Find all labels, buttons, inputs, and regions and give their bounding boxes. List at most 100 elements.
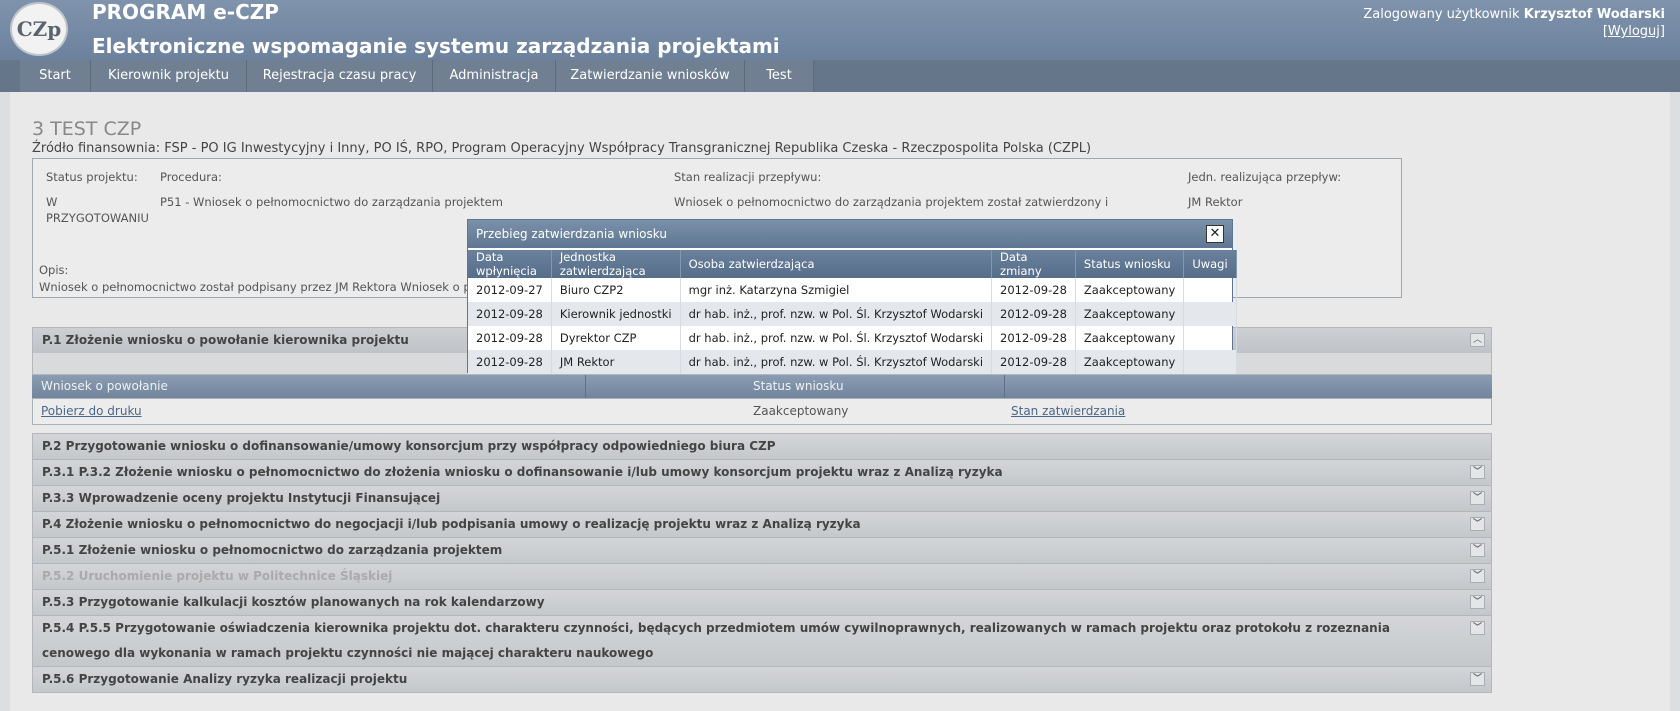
chevron-down-icon[interactable]: ﹀ (1470, 517, 1485, 531)
download-print-link[interactable]: Pobierz do druku (41, 404, 142, 418)
cell-change-date: 2012-09-28 (991, 278, 1076, 302)
accordion-p51[interactable]: P.5.1 Złożenie wniosku o pełnomocnictwo … (32, 538, 1492, 564)
cell-change-date: 2012-09-28 (991, 326, 1076, 350)
chevron-down-icon[interactable]: ﹀ (1470, 595, 1485, 609)
chevron-up-icon[interactable]: ︿ (1470, 333, 1485, 347)
cell-person: dr hab. inż., prof. nzw. w Pol. Śl. Krzy… (680, 326, 993, 350)
app-title: PROGRAM e-CZP (92, 0, 279, 24)
accordion-label: P.5.2 Uruchomienie projektu w Politechni… (42, 569, 393, 583)
table-row: 2012-09-28 JM Rektor dr hab. inż., prof.… (468, 350, 1237, 374)
cell-status: Zaakceptowany (1075, 302, 1185, 326)
cell-status: Zaakceptowany (1075, 326, 1185, 350)
chevron-down-icon[interactable]: ﹀ (1470, 543, 1485, 557)
p1-request-table: Wniosek o powołanie Status wniosku Pobie… (32, 375, 1492, 431)
chevron-down-icon[interactable]: ﹀ (1470, 465, 1485, 479)
cell-person: dr hab. inż., prof. nzw. w Pol. Śl. Krzy… (680, 302, 993, 326)
accordion-p53[interactable]: P.5.3 Przygotowanie kalkulacji kosztów p… (32, 590, 1492, 616)
accordion-p52: P.5.2 Uruchomienie projektu w Politechni… (32, 564, 1492, 590)
cell-person: dr hab. inż., prof. nzw. w Pol. Śl. Krzy… (680, 350, 993, 374)
approval-history-dialog: Przebieg zatwierdzania wniosku ✕ Data wp… (467, 219, 1237, 374)
col-approving-person: Osoba zatwierdzająca (680, 250, 993, 278)
accordion-label: P.5.4 P.5.5 Przygotowanie oświadczenia k… (42, 621, 1390, 660)
accordion-label: P.2 Przygotowanie wniosku o dofinansowan… (42, 439, 776, 453)
logo-text: CZp (16, 17, 62, 41)
close-icon[interactable]: ✕ (1206, 225, 1224, 243)
czp-logo: CZp (10, 2, 68, 56)
accordion-label: P.4 Złożenie wniosku o pełnomocnictwo do… (42, 517, 861, 531)
nav-item-administracja[interactable]: Administracja (433, 60, 556, 92)
chevron-down-icon[interactable]: ﹀ (1470, 491, 1485, 505)
accordion-p56[interactable]: P.5.6 Przygotowanie Analizy ryzyka reali… (32, 667, 1492, 693)
chevron-down-icon[interactable]: ﹀ (1470, 672, 1485, 686)
cell-date-received: 2012-09-27 (468, 278, 552, 302)
nav-item-test[interactable]: Test (745, 60, 814, 92)
nav-item-zatwierdzanie[interactable]: Zatwierdzanie wniosków (556, 60, 745, 92)
chevron-down-icon[interactable]: ﹀ (1470, 621, 1485, 635)
table-row: 2012-09-28 Kierownik jednostki dr hab. i… (468, 302, 1237, 326)
nav-item-rejestracja[interactable]: Rejestracja czasu pracy (247, 60, 433, 92)
cell-status: Zaakceptowany (1075, 350, 1185, 374)
p1-table-header: Wniosek o powołanie Status wniosku (32, 375, 1492, 398)
accordion-list: P.2 Przygotowanie wniosku o dofinansowan… (32, 433, 1492, 693)
logout-link[interactable]: Wyloguj (1608, 24, 1660, 39)
cell-notes (1183, 350, 1237, 374)
desc-label: Opis: (39, 263, 69, 277)
cell-date-received: 2012-09-28 (468, 326, 552, 350)
accordion-p33[interactable]: P.3.3 Wprowadzenie oceny projektu Instyt… (32, 486, 1492, 512)
table-row: 2012-09-27 Biuro CZP2 mgr inż. Katarzyna… (468, 278, 1237, 302)
status-label: Status projektu: (46, 170, 138, 184)
col-notes: Uwagi (1183, 250, 1237, 278)
accordion-p4[interactable]: P.4 Złożenie wniosku o pełnomocnictwo do… (32, 512, 1492, 538)
nav-item-start[interactable]: Start (20, 60, 91, 92)
approval-status-link[interactable]: Stan zatwierdzania (1011, 404, 1125, 418)
procedure-value: P51 - Wniosek o pełnomocnictwo do zarząd… (160, 195, 503, 209)
accordion-label: P.5.1 Złożenie wniosku o pełnomocnictwo … (42, 543, 503, 557)
unit-value: JM Rektor (1188, 195, 1243, 209)
chevron-down-icon: ﹀ (1470, 569, 1485, 583)
app-header: CZp PROGRAM e-CZP Elektroniczne wspomaga… (0, 0, 1680, 60)
col-change-date: Data zmiany (991, 250, 1076, 278)
dialog-title: Przebieg zatwierdzania wniosku (476, 227, 667, 241)
flow-label: Stan realizacji przepływu: (674, 170, 822, 184)
accordion-label: P.3.3 Wprowadzenie oceny projektu Instyt… (42, 491, 441, 505)
cell-unit: JM Rektor (551, 350, 681, 374)
cell-unit: Kierownik jednostki (551, 302, 681, 326)
procedure-label: Procedura: (160, 170, 222, 184)
content-area: 3 TEST CZP Źródło finansownia: FSP - PO … (10, 92, 1670, 711)
cell-date-received: 2012-09-28 (468, 350, 552, 374)
user-name: Krzysztof Wodarski (1523, 7, 1665, 22)
desc-value: Wniosek o pełnomocnictwo został podpisan… (39, 280, 496, 294)
cell-unit: Dyrektor CZP (551, 326, 681, 350)
accordion-label: P.5.6 Przygotowanie Analizy ryzyka reali… (42, 672, 408, 686)
col-request-status: Status wniosku (1075, 250, 1185, 278)
accordion-p31[interactable]: P.3.1 P.3.2 Złożenie wniosku o pełnomocn… (32, 460, 1492, 486)
funding-source: Źródło finansownia: FSP - PO IG Inwestyc… (32, 141, 1092, 156)
col-status: Status wniosku (753, 379, 844, 393)
user-label: Zalogowany użytkownik (1363, 7, 1520, 22)
cell-change-date: 2012-09-28 (991, 302, 1076, 326)
accordion-p54[interactable]: P.5.4 P.5.5 Przygotowanie oświadczenia k… (32, 616, 1492, 667)
main-nav: Start Kierownik projektu Rejestracja cza… (0, 60, 1680, 92)
accordion-label: P.3.1 P.3.2 Złożenie wniosku o pełnomocn… (42, 465, 1003, 479)
accordion-p2[interactable]: P.2 Przygotowanie wniosku o dofinansowan… (32, 433, 1492, 460)
app-subtitle: Elektroniczne wspomaganie systemu zarząd… (92, 34, 780, 58)
dialog-titlebar[interactable]: Przebieg zatwierdzania wniosku ✕ (468, 220, 1232, 248)
col-approving-unit: Jednostka zatwierdzająca (551, 250, 681, 278)
cell-date-received: 2012-09-28 (468, 302, 552, 326)
status-value: W PRZYGOTOWANIU (46, 195, 149, 225)
cell-notes (1183, 302, 1237, 326)
cell-notes (1183, 278, 1237, 302)
table-header-row: Data wpłynięcia Jednostka zatwierdzająca… (468, 250, 1237, 278)
accordion-label: P.5.3 Przygotowanie kalkulacji kosztów p… (42, 595, 545, 609)
table-row: 2012-09-28 Dyrektor CZP dr hab. inż., pr… (468, 326, 1237, 350)
col-date-received: Data wpłynięcia (468, 250, 552, 278)
nav-item-kierownik[interactable]: Kierownik projektu (91, 60, 247, 92)
cell-unit: Biuro CZP2 (551, 278, 681, 302)
row-status: Zaakceptowany (753, 404, 849, 418)
unit-label: Jedn. realizująca przepływ: (1188, 170, 1342, 184)
project-title: 3 TEST CZP (32, 118, 142, 140)
cell-change-date: 2012-09-28 (991, 350, 1076, 374)
flow-value: Wniosek o pełnomocnictwo do zarządzania … (674, 195, 1109, 212)
user-info: Zalogowany użytkownik Krzysztof Wodarski… (1363, 7, 1665, 39)
table-row: Pobierz do druku Zaakceptowany Stan zatw… (32, 398, 1492, 425)
